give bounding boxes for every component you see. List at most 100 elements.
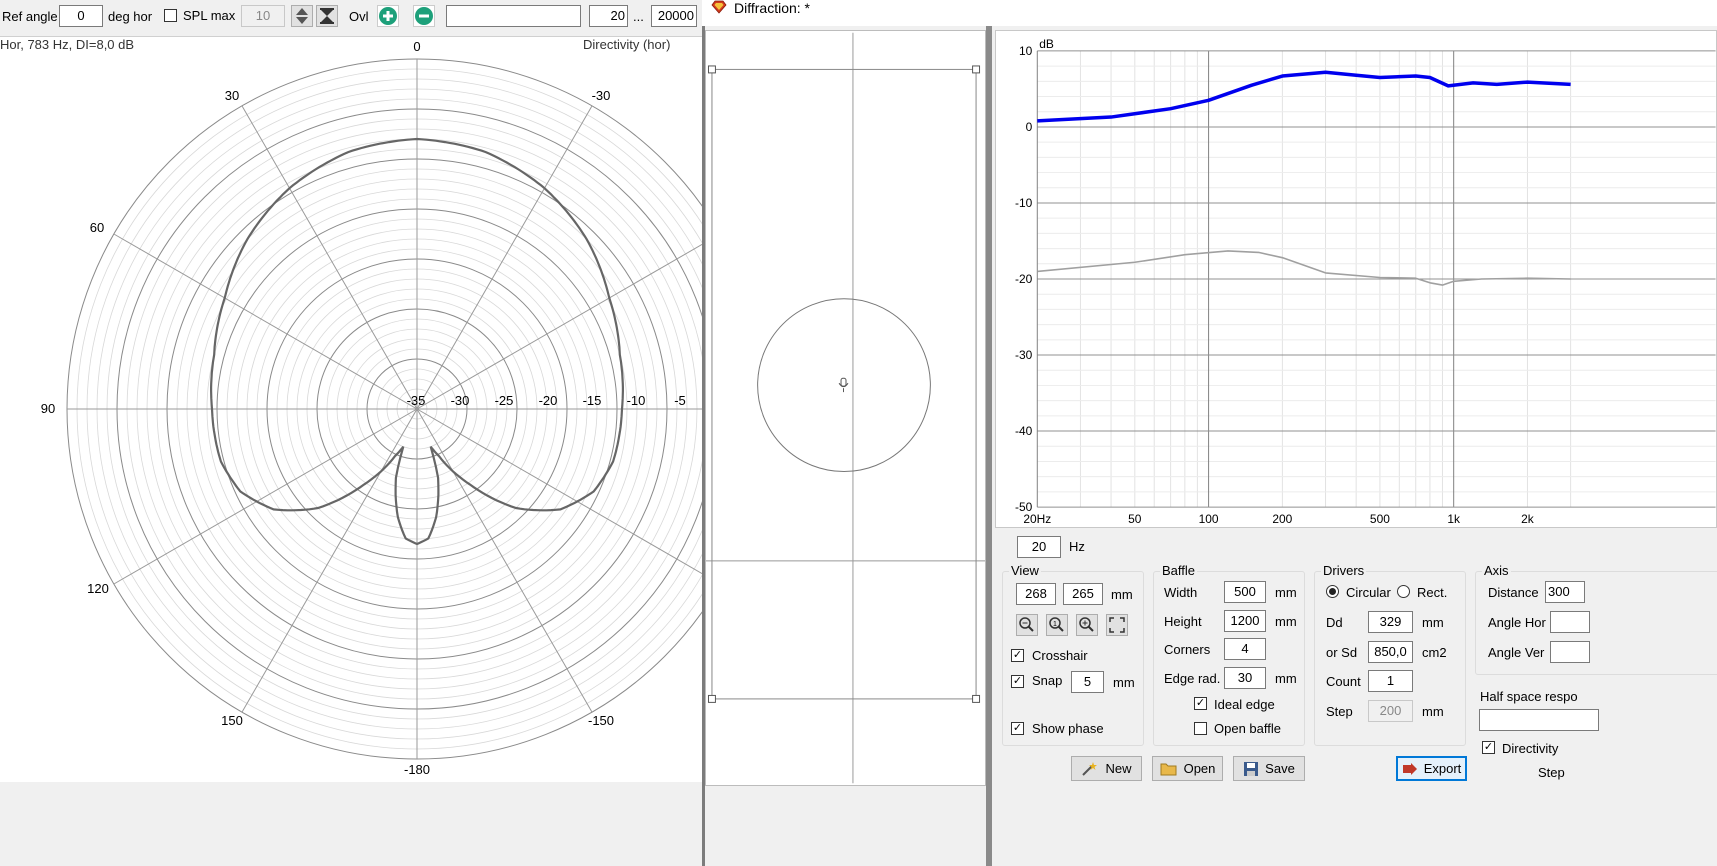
open-baffle-label: Open baffle bbox=[1214, 721, 1281, 736]
frequency-response-chart: 100-10-20-30-40-5020Hz 50 100 200 500 1k 2k dB bbox=[995, 30, 1717, 528]
fr-y-unit: dB bbox=[1039, 37, 1054, 51]
width-input[interactable]: 500 bbox=[1224, 581, 1266, 603]
deg-hor-label: deg hor bbox=[108, 9, 153, 24]
baffle-outline[interactable] bbox=[711, 68, 977, 700]
circular-radio[interactable] bbox=[1326, 585, 1339, 598]
fr-x-tick-label: 50 bbox=[1128, 512, 1142, 526]
folder-icon bbox=[1160, 763, 1177, 775]
range-separator: ... bbox=[633, 9, 644, 24]
resize-handle[interactable] bbox=[707, 694, 716, 703]
zoom-out-icon[interactable] bbox=[1016, 614, 1038, 636]
sd-unit: cm2 bbox=[1422, 645, 1447, 660]
up-down-arrows-icon[interactable] bbox=[291, 5, 313, 27]
crosshair-label: Crosshair bbox=[1032, 648, 1088, 663]
angle-label-minus-30: -30 bbox=[592, 88, 611, 103]
ring-label: -30 bbox=[451, 393, 470, 408]
step-unit: mm bbox=[1422, 704, 1444, 719]
polar-title: Directivity (hor) bbox=[583, 37, 670, 52]
spl-max-checkbox[interactable] bbox=[164, 9, 177, 22]
sd-input[interactable]: 850,0 bbox=[1368, 641, 1413, 663]
view-unit: mm bbox=[1111, 587, 1133, 602]
half-space-input[interactable] bbox=[1479, 709, 1599, 731]
freq-from-input[interactable]: 20 bbox=[589, 5, 628, 27]
resize-handle[interactable] bbox=[972, 694, 981, 703]
angle-hor-input[interactable] bbox=[1550, 611, 1590, 633]
driver-circle[interactable] bbox=[757, 298, 931, 473]
overlay-input[interactable] bbox=[446, 5, 581, 27]
fr-y-tick-label: -10 bbox=[1015, 196, 1033, 210]
count-input[interactable]: 1 bbox=[1368, 670, 1413, 692]
step-label: Step bbox=[1326, 704, 1353, 719]
minus-icon[interactable] bbox=[413, 5, 435, 27]
edge-radius-label: Edge rad. bbox=[1164, 671, 1221, 686]
open-button[interactable]: Open bbox=[1152, 756, 1223, 781]
fr-y-tick-label: -30 bbox=[1015, 348, 1033, 362]
dd-input[interactable]: 329 bbox=[1368, 611, 1413, 633]
step-input[interactable]: 200 bbox=[1368, 700, 1413, 722]
ovl-label: Ovl bbox=[349, 9, 369, 24]
fr-y-tick-label: -40 bbox=[1015, 424, 1033, 438]
crosshair-checkbox[interactable]: ✓ bbox=[1011, 649, 1024, 662]
show-phase-checkbox[interactable]: ✓ bbox=[1011, 722, 1024, 735]
angle-ver-input[interactable] bbox=[1550, 641, 1590, 663]
sd-label: or Sd bbox=[1326, 645, 1358, 660]
ref-angle-input[interactable]: 0 bbox=[59, 5, 103, 27]
view-x-input[interactable]: 268 bbox=[1016, 583, 1056, 605]
rect-label: Rect. bbox=[1417, 585, 1448, 600]
spl-max-input[interactable]: 10 bbox=[241, 5, 285, 27]
frequency-unit: Hz bbox=[1069, 539, 1085, 554]
save-button[interactable]: Save bbox=[1233, 756, 1305, 781]
circular-label: Circular bbox=[1346, 585, 1391, 600]
rect-radio[interactable] bbox=[1397, 585, 1410, 598]
hourglass-icon[interactable] bbox=[316, 5, 338, 27]
open-baffle-checkbox[interactable] bbox=[1194, 722, 1207, 735]
ring-label: -10 bbox=[627, 393, 646, 408]
zoom-in-icon[interactable] bbox=[1076, 614, 1098, 636]
fit-all-icon[interactable] bbox=[1106, 614, 1128, 636]
height-input[interactable]: 1200 bbox=[1224, 610, 1266, 632]
edge-radius-input[interactable]: 30 bbox=[1224, 667, 1266, 689]
frequency-input[interactable]: 20 bbox=[1017, 536, 1061, 558]
snap-unit: mm bbox=[1113, 675, 1135, 690]
fr-x-tick-label: 2k bbox=[1521, 512, 1534, 526]
fr-x-tick-label: 20Hz bbox=[1023, 512, 1051, 526]
export-arrow-icon bbox=[1402, 762, 1417, 775]
ideal-edge-label: Ideal edge bbox=[1214, 697, 1275, 712]
view-group-title: View bbox=[1009, 563, 1041, 578]
half-space-label: Half space respo bbox=[1480, 689, 1578, 704]
export-button[interactable]: Export bbox=[1396, 756, 1467, 781]
resize-handle[interactable] bbox=[972, 65, 981, 74]
baffle-canvas[interactable] bbox=[705, 30, 986, 786]
dd-label: Dd bbox=[1326, 615, 1343, 630]
magic-wand-icon bbox=[1082, 761, 1098, 776]
polar-spoke bbox=[416, 408, 593, 713]
directivity-checkbox[interactable]: ✓ bbox=[1482, 741, 1495, 754]
zoom-fit-icon[interactable]: 1 bbox=[1046, 614, 1068, 636]
ring-label: -15 bbox=[583, 393, 602, 408]
angle-label-0: 0 bbox=[413, 39, 420, 54]
export-button-label: Export bbox=[1423, 761, 1462, 776]
view-y-input[interactable]: 265 bbox=[1063, 583, 1103, 605]
distance-label: Distance bbox=[1488, 585, 1539, 600]
ring-label: -35 bbox=[407, 393, 426, 408]
freq-to-input[interactable]: 20000 bbox=[651, 5, 697, 27]
snap-input[interactable]: 5 bbox=[1071, 671, 1104, 693]
corners-label: Corners bbox=[1164, 642, 1211, 657]
resize-handle[interactable] bbox=[707, 65, 716, 74]
polar-bottom-strip bbox=[0, 782, 702, 866]
ref-angle-label: Ref angle bbox=[2, 9, 58, 24]
snap-checkbox[interactable]: ✓ bbox=[1011, 675, 1024, 688]
new-button[interactable]: New bbox=[1071, 756, 1142, 781]
distance-input[interactable]: 300 bbox=[1545, 581, 1585, 603]
edge-radius-unit: mm bbox=[1275, 671, 1297, 686]
floppy-disk-icon bbox=[1244, 761, 1259, 776]
fr-ticks: 100-10-20-30-40-5020Hz 50 100 200 500 1k 2k bbox=[1015, 44, 1534, 526]
polar-info-text: Hor, 783 Hz, DI=8,0 dB bbox=[0, 37, 134, 52]
ideal-edge-checkbox[interactable]: ✓ bbox=[1194, 697, 1207, 710]
fr-x-tick-label: 1k bbox=[1447, 512, 1460, 526]
polar-spoke bbox=[241, 408, 418, 713]
corners-input[interactable]: 4 bbox=[1224, 638, 1266, 660]
height-label: Height bbox=[1164, 614, 1202, 629]
plus-icon[interactable] bbox=[377, 5, 399, 27]
angle-label-minus-180: -180 bbox=[404, 762, 430, 777]
